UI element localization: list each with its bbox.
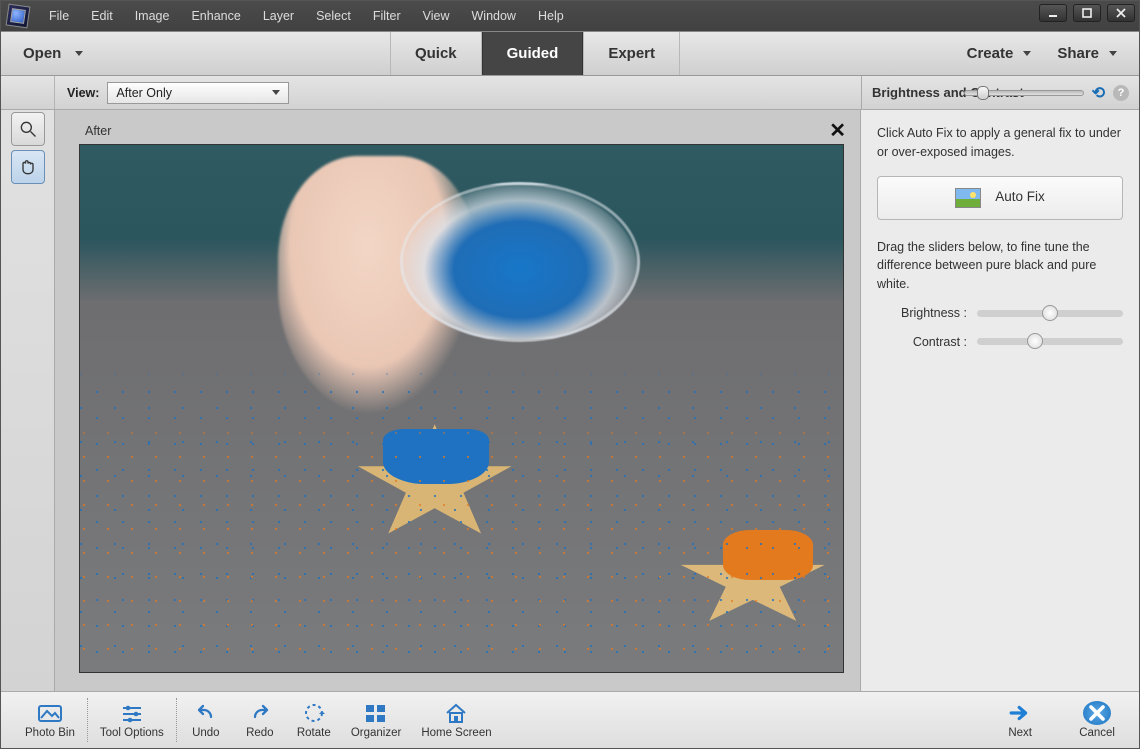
cancel-button[interactable]: Cancel xyxy=(1069,701,1125,739)
divider xyxy=(176,698,177,742)
app-icon xyxy=(6,4,31,29)
share-label: Share xyxy=(1057,45,1099,62)
redo-button[interactable]: Redo xyxy=(233,701,287,739)
menu-filter[interactable]: Filter xyxy=(363,3,411,29)
contrast-slider-thumb[interactable] xyxy=(1027,333,1043,349)
photo-bin-icon xyxy=(36,701,64,725)
contrast-slider[interactable] xyxy=(977,338,1123,345)
home-label: Home Screen xyxy=(421,727,491,739)
image-canvas[interactable] xyxy=(79,144,844,673)
tab-expert-label: Expert xyxy=(608,45,655,62)
share-button[interactable]: Share xyxy=(1057,45,1117,62)
menu-image[interactable]: Image xyxy=(125,3,180,29)
panel-intro-text: Click Auto Fix to apply a general fix to… xyxy=(877,124,1123,162)
hand-tool[interactable] xyxy=(11,150,45,184)
photo-bin-label: Photo Bin xyxy=(25,727,75,739)
auto-fix-button[interactable]: Auto Fix xyxy=(877,176,1123,220)
cancel-icon xyxy=(1083,701,1111,725)
canvas-area: After ✕ xyxy=(55,110,861,691)
tab-quick-label: Quick xyxy=(415,45,457,62)
undo-button[interactable]: Undo xyxy=(179,701,233,739)
organizer-icon xyxy=(362,701,390,725)
menu-select[interactable]: Select xyxy=(306,3,361,29)
tab-guided-label: Guided xyxy=(507,45,559,62)
menu-help[interactable]: Help xyxy=(528,3,574,29)
redo-label: Redo xyxy=(246,727,274,739)
photo-content xyxy=(80,145,843,672)
undo-icon xyxy=(192,701,220,725)
redo-icon xyxy=(246,701,274,725)
view-label: View: xyxy=(67,86,99,100)
menu-file[interactable]: File xyxy=(39,3,79,29)
caret-down-icon xyxy=(1023,51,1031,56)
next-button[interactable]: Next xyxy=(993,701,1047,739)
organizer-button[interactable]: Organizer xyxy=(341,701,412,739)
brightness-label: Brightness : xyxy=(877,304,967,323)
menu-layer[interactable]: Layer xyxy=(253,3,304,29)
main-area: After ✕ Brightness and Contrast ⟲ ? Clic… xyxy=(1,110,1139,691)
brightness-slider-thumb[interactable] xyxy=(1042,305,1058,321)
arrow-right-icon xyxy=(1006,701,1034,725)
divider xyxy=(87,698,88,742)
bottom-bar: Photo Bin Tool Options Undo Redo Rotate … xyxy=(1,691,1139,748)
home-icon xyxy=(442,701,470,725)
organizer-label: Organizer xyxy=(351,727,402,739)
canvas-view-label: After xyxy=(85,124,111,138)
home-screen-button[interactable]: Home Screen xyxy=(411,701,501,739)
mode-bar: Open Quick Guided Expert Create Share xyxy=(1,31,1139,76)
tab-guided[interactable]: Guided xyxy=(482,32,584,75)
panel-hint-text: Drag the sliders below, to fine tune the… xyxy=(877,238,1123,294)
contrast-label: Contrast : xyxy=(877,333,967,352)
photo-bin-button[interactable]: Photo Bin xyxy=(15,701,85,739)
tab-expert[interactable]: Expert xyxy=(583,32,680,75)
cancel-label: Cancel xyxy=(1079,727,1115,739)
create-button[interactable]: Create xyxy=(967,45,1032,62)
reset-icon[interactable]: ⟲ xyxy=(1092,83,1105,103)
help-icon[interactable]: ? xyxy=(1113,85,1129,101)
open-label: Open xyxy=(23,45,61,62)
picture-icon xyxy=(955,188,981,208)
tool-options-icon xyxy=(118,701,146,725)
menu-edit[interactable]: Edit xyxy=(81,3,123,29)
view-select-value: After Only xyxy=(116,86,172,100)
caret-down-icon xyxy=(272,90,280,95)
next-label: Next xyxy=(1008,727,1032,739)
window-minimize-button[interactable] xyxy=(1039,4,1067,22)
menu-window[interactable]: Window xyxy=(462,3,526,29)
rotate-button[interactable]: Rotate xyxy=(287,701,341,739)
window-maximize-button[interactable] xyxy=(1073,4,1101,22)
brightness-slider[interactable] xyxy=(977,310,1123,317)
view-select[interactable]: After Only xyxy=(107,82,289,104)
tool-options-button[interactable]: Tool Options xyxy=(90,701,174,739)
rotate-label: Rotate xyxy=(297,727,331,739)
zoom-slider[interactable] xyxy=(964,90,1084,96)
auto-fix-label: Auto Fix xyxy=(995,187,1045,207)
zoom-slider-thumb[interactable] xyxy=(977,86,989,100)
caret-down-icon xyxy=(1109,51,1117,56)
tab-quick[interactable]: Quick xyxy=(390,32,482,75)
tool-strip xyxy=(1,110,55,691)
undo-label: Undo xyxy=(192,727,220,739)
rotate-icon xyxy=(300,701,328,725)
window-close-button[interactable] xyxy=(1107,4,1135,22)
create-label: Create xyxy=(967,45,1014,62)
menu-enhance[interactable]: Enhance xyxy=(181,3,250,29)
close-icon[interactable]: ✕ xyxy=(829,118,846,143)
tool-options-label: Tool Options xyxy=(100,727,164,739)
menu-view[interactable]: View xyxy=(413,3,460,29)
open-button[interactable]: Open xyxy=(1,32,103,75)
zoom-tool[interactable] xyxy=(11,112,45,146)
caret-down-icon xyxy=(75,51,83,56)
title-bar: File Edit Image Enhance Layer Select Fil… xyxy=(1,1,1139,31)
guided-panel: Brightness and Contrast ⟲ ? Click Auto F… xyxy=(861,110,1139,691)
menu-bar: File Edit Image Enhance Layer Select Fil… xyxy=(39,3,574,29)
